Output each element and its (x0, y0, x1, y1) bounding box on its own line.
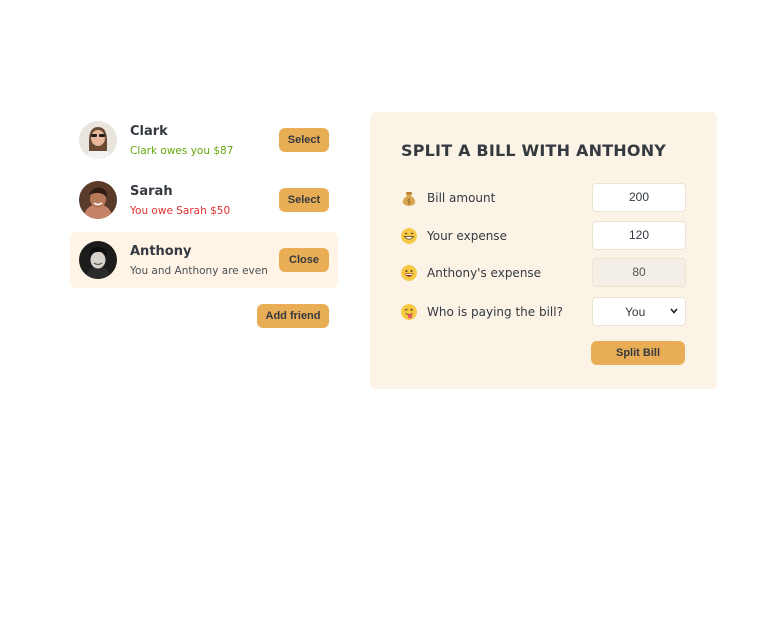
balance-status: Clark owes you $87 (130, 145, 234, 157)
your-expense-label: Your expense (427, 229, 507, 243)
your-expense-row: Your expense 120 (401, 221, 686, 251)
friend-name: Anthony (130, 244, 192, 259)
your-expense-input[interactable]: 120 (592, 221, 686, 250)
payer-row: Who is paying the bill? You (401, 297, 686, 327)
add-friend-button[interactable]: Add friend (257, 304, 329, 328)
money-bag-icon: $ (402, 192, 416, 206)
svg-text:$: $ (407, 199, 411, 206)
split-bill-form: SPLIT A BILL WITH ANTHONY $ Bill amount … (370, 112, 717, 389)
avatar (79, 121, 117, 159)
avatar (79, 241, 117, 279)
friend-name: Clark (130, 124, 168, 139)
bill-amount-input[interactable]: 200 (592, 183, 686, 212)
close-friend-button[interactable]: Close (279, 248, 329, 272)
friend-item-sarah: Sarah You owe Sarah $50 Select (70, 172, 338, 228)
avatar (79, 181, 117, 219)
friend-item-anthony: Anthony You and Anthony are even Close (70, 232, 338, 288)
friend-expense-input: 80 (592, 258, 686, 287)
bill-amount-label: Bill amount (427, 191, 496, 205)
payer-select[interactable]: You (592, 297, 686, 326)
friend-expense-row: Anthony's expense 80 (401, 258, 686, 288)
payer-label: Who is paying the bill? (427, 305, 563, 319)
select-friend-button[interactable]: Select (279, 128, 329, 152)
laughing-face-icon (401, 265, 417, 281)
friends-list: Clark Clark owes you $87 Select Sarah Yo… (70, 112, 338, 328)
balance-status: You and Anthony are even (130, 265, 268, 277)
split-bill-button[interactable]: Split Bill (591, 341, 685, 365)
friend-item-clark: Clark Clark owes you $87 Select (70, 112, 338, 168)
tongue-face-icon (401, 304, 417, 320)
payer-selected-value: You (625, 305, 646, 319)
bill-amount-row: $ Bill amount 200 (401, 183, 686, 213)
balance-status: You owe Sarah $50 (130, 205, 231, 217)
friend-expense-label: Anthony's expense (427, 266, 542, 280)
grinning-face-icon (401, 228, 417, 244)
chevron-down-icon (670, 308, 678, 314)
select-friend-button[interactable]: Select (279, 188, 329, 212)
form-title: SPLIT A BILL WITH ANTHONY (401, 141, 667, 160)
friend-name: Sarah (130, 184, 173, 199)
